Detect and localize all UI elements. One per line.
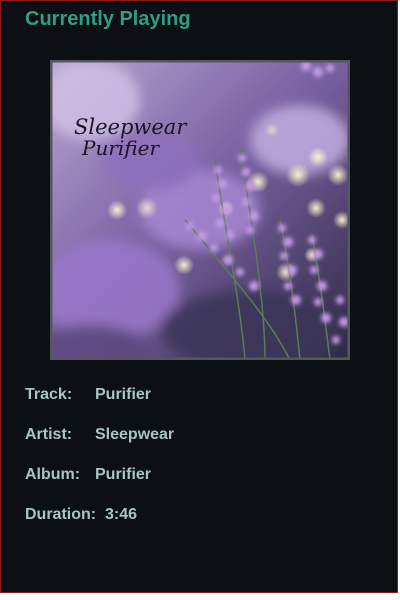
album-art-track-text: Purifier: [82, 136, 160, 161]
now-playing-panel: Currently Playing Sleepwear Purifier Tra…: [0, 0, 398, 593]
album-art-title: Sleepwear Purifier: [74, 116, 186, 159]
album-row: Album: Purifier: [25, 466, 151, 484]
artist-label: Artist:: [25, 426, 73, 443]
album-art: Sleepwear Purifier: [50, 60, 350, 360]
album-art-artist-text: Sleepwear: [74, 115, 187, 139]
duration-row: Duration: 3:46: [25, 506, 137, 524]
track-label: Track:: [25, 386, 73, 403]
artist-value: Sleepwear: [95, 426, 175, 443]
album-value: Purifier: [95, 466, 152, 483]
track-row: Track: Purifier: [25, 386, 151, 404]
album-art-image: [50, 60, 350, 360]
page-title: Currently Playing: [25, 8, 191, 30]
track-value: Purifier: [95, 386, 152, 403]
album-label: Album:: [25, 466, 81, 483]
duration-value: 3:46: [105, 506, 138, 523]
artist-row: Artist: Sleepwear: [25, 426, 174, 444]
duration-label: Duration:: [25, 506, 97, 523]
